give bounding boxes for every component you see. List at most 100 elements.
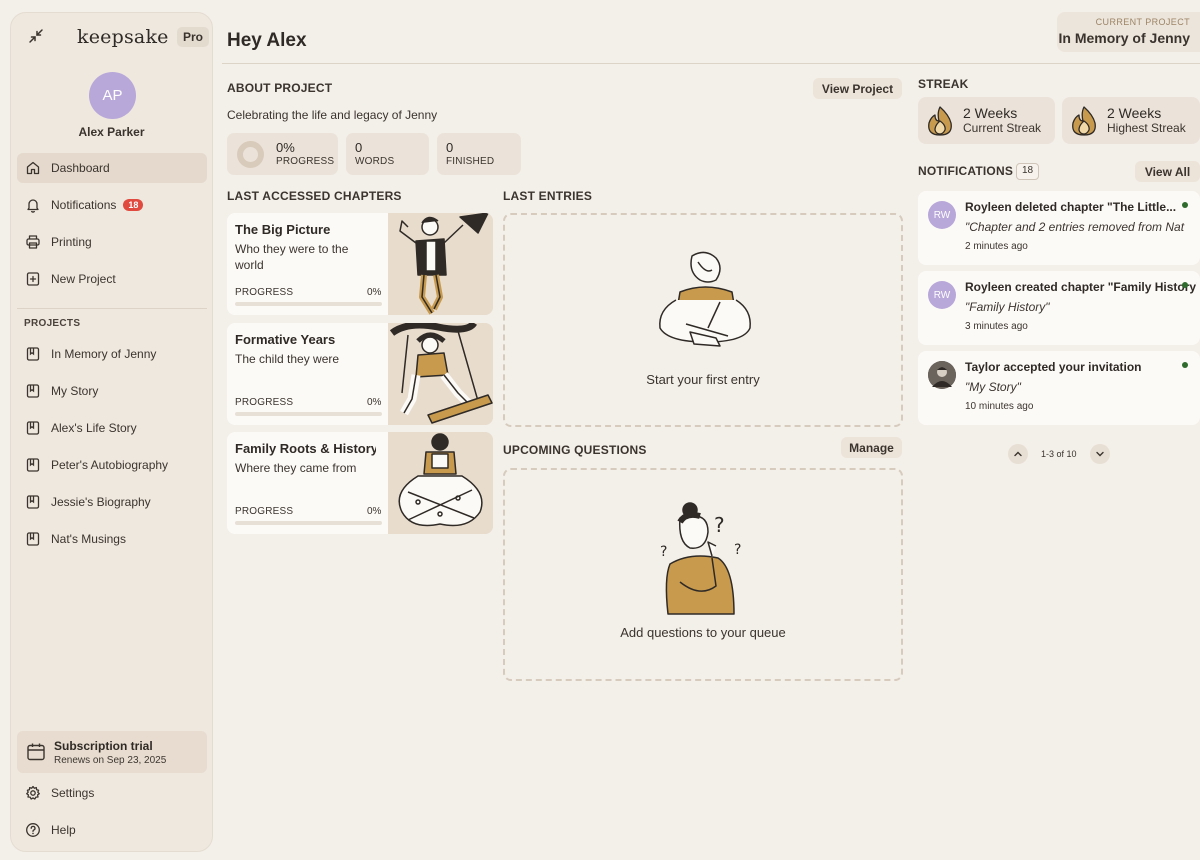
chapter-subtitle: The child they were	[235, 352, 340, 366]
project-item[interactable]: Nat's Musings	[17, 524, 207, 554]
progress-ring-icon	[237, 141, 264, 168]
svg-text:?: ?	[734, 542, 741, 558]
streak-heading: STREAK	[918, 77, 969, 91]
project-label: My Story	[51, 384, 99, 398]
help-icon	[25, 822, 41, 838]
chapter-card[interactable]: The Big Picture Who they were to the wor…	[227, 213, 493, 315]
progress-value: 0%	[276, 140, 295, 155]
person-reading-illustration	[388, 432, 493, 534]
notification-detail: "Family History"	[965, 300, 1050, 314]
notifications-count: 18	[1016, 163, 1040, 180]
nav-printing[interactable]: Printing	[17, 227, 207, 257]
notification-detail: "My Story"	[965, 380, 1021, 394]
printer-icon	[25, 234, 41, 250]
chapter-title: Family Roots & History	[235, 441, 376, 456]
current-project-name: In Memory of Jenny	[1058, 30, 1190, 46]
current-streak-card: 2 Weeks Current Streak	[918, 97, 1055, 144]
user-avatar[interactable]: AP	[89, 72, 136, 119]
highest-streak-card: 2 Weeks Highest Streak	[1062, 97, 1200, 144]
chapter-title: Formative Years	[235, 332, 336, 347]
subscription-card[interactable]: Subscription trial Renews on Sep 23, 202…	[17, 731, 207, 773]
project-item[interactable]: Alex's Life Story	[17, 413, 207, 443]
nav-label: Help	[51, 823, 76, 837]
brand-logo[interactable]: keepsake	[77, 26, 169, 48]
sidebar-divider	[17, 308, 207, 309]
nav-dashboard[interactable]: Dashboard	[17, 153, 207, 183]
project-label: Nat's Musings	[51, 532, 126, 546]
chapter-progress-value: 0%	[367, 506, 382, 517]
notification-count-badge: 18	[123, 199, 144, 211]
project-item[interactable]: Peter's Autobiography	[17, 450, 207, 480]
bookmark-icon	[25, 420, 41, 436]
progress-label: PROGRESS	[276, 156, 335, 167]
questions-dropzone[interactable]: ? ? ? Add questions to your queue	[503, 468, 903, 681]
start-entry-text: Start your first entry	[646, 372, 760, 387]
notification-item[interactable]: RW Royleen created chapter "Family Histo…	[918, 271, 1200, 345]
chapter-progress-label: PROGRESS	[235, 506, 294, 517]
calendar-icon	[26, 742, 46, 762]
chapter-progress-value: 0%	[367, 397, 382, 408]
add-questions-text: Add questions to your queue	[620, 625, 786, 640]
bookmark-icon	[25, 383, 41, 399]
chapter-card[interactable]: Formative Years The child they were PROG…	[227, 323, 493, 425]
chapter-title: The Big Picture	[235, 222, 331, 237]
unread-dot	[1182, 282, 1188, 288]
project-label: In Memory of Jenny	[51, 347, 157, 361]
unread-dot	[1182, 202, 1188, 208]
previous-page-button[interactable]	[1008, 444, 1028, 464]
subscription-renewal: Renews on Sep 23, 2025	[54, 754, 167, 766]
view-all-button[interactable]: View All	[1135, 161, 1200, 182]
avatar: RW	[928, 201, 956, 229]
chapter-progress-label: PROGRESS	[235, 397, 294, 408]
svg-text:?: ?	[660, 544, 667, 560]
avatar	[928, 361, 956, 389]
next-page-button[interactable]	[1090, 444, 1110, 464]
flame-icon	[928, 106, 952, 136]
nav-label: Settings	[51, 786, 95, 800]
highest-streak-value: 2 Weeks	[1107, 105, 1162, 121]
user-name: Alex Parker	[78, 125, 145, 139]
nav-new-project[interactable]: New Project	[17, 264, 207, 294]
person-waving-illustration	[388, 213, 493, 315]
chapter-subtitle: Who they were to the world	[235, 242, 349, 272]
nav-label: Printing	[51, 235, 92, 249]
nav-label: Notifications	[51, 198, 117, 212]
manage-questions-button[interactable]: Manage	[841, 437, 902, 458]
bookmark-icon	[25, 531, 41, 547]
nav-notifications[interactable]: Notifications 18	[17, 190, 207, 220]
project-item[interactable]: My Story	[17, 376, 207, 406]
about-project-heading: ABOUT PROJECT	[227, 81, 333, 95]
notification-item[interactable]: RW Royleen deleted chapter "The Little..…	[918, 191, 1200, 265]
avatar: RW	[928, 281, 956, 309]
start-entry-dropzone[interactable]: Start your first entry	[503, 213, 903, 427]
page-greeting: Hey Alex	[227, 30, 307, 51]
words-value: 0	[355, 140, 363, 155]
gear-icon	[25, 785, 41, 801]
plus-square-icon	[25, 271, 41, 287]
svg-text:?: ?	[714, 513, 725, 537]
words-label: WORDS	[355, 156, 395, 167]
chapter-progress-value: 0%	[367, 287, 382, 298]
sidebar: keepsake Pro AP Alex Parker Dashboard No…	[10, 12, 213, 852]
flame-icon	[1072, 106, 1096, 136]
bookmark-icon	[25, 346, 41, 362]
child-on-swing-illustration	[388, 323, 493, 425]
nav-label: New Project	[51, 272, 116, 286]
notification-time: 3 minutes ago	[965, 321, 1028, 332]
chapter-progress-label: PROGRESS	[235, 287, 294, 298]
project-item[interactable]: In Memory of Jenny	[17, 339, 207, 369]
project-item[interactable]: Jessie's Biography	[17, 487, 207, 517]
chapter-card[interactable]: Family Roots & History Where they came f…	[227, 432, 493, 534]
finished-stat: 0 FINISHED	[437, 133, 521, 175]
current-project-selector[interactable]: CURRENT PROJECT In Memory of Jenny	[1057, 12, 1200, 52]
view-project-button[interactable]: View Project	[813, 78, 902, 99]
project-label: Peter's Autobiography	[51, 458, 169, 472]
nav-help[interactable]: Help	[17, 815, 207, 845]
notification-item[interactable]: Taylor accepted your invitation "My Stor…	[918, 351, 1200, 425]
progress-stat: 0% PROGRESS	[227, 133, 338, 175]
notifications-heading: NOTIFICATIONS	[918, 164, 1014, 178]
collapse-icon[interactable]	[27, 27, 45, 45]
chapter-progress-bar	[235, 412, 382, 416]
nav-settings[interactable]: Settings	[17, 778, 207, 808]
sidebar-header: keepsake Pro	[11, 13, 212, 63]
